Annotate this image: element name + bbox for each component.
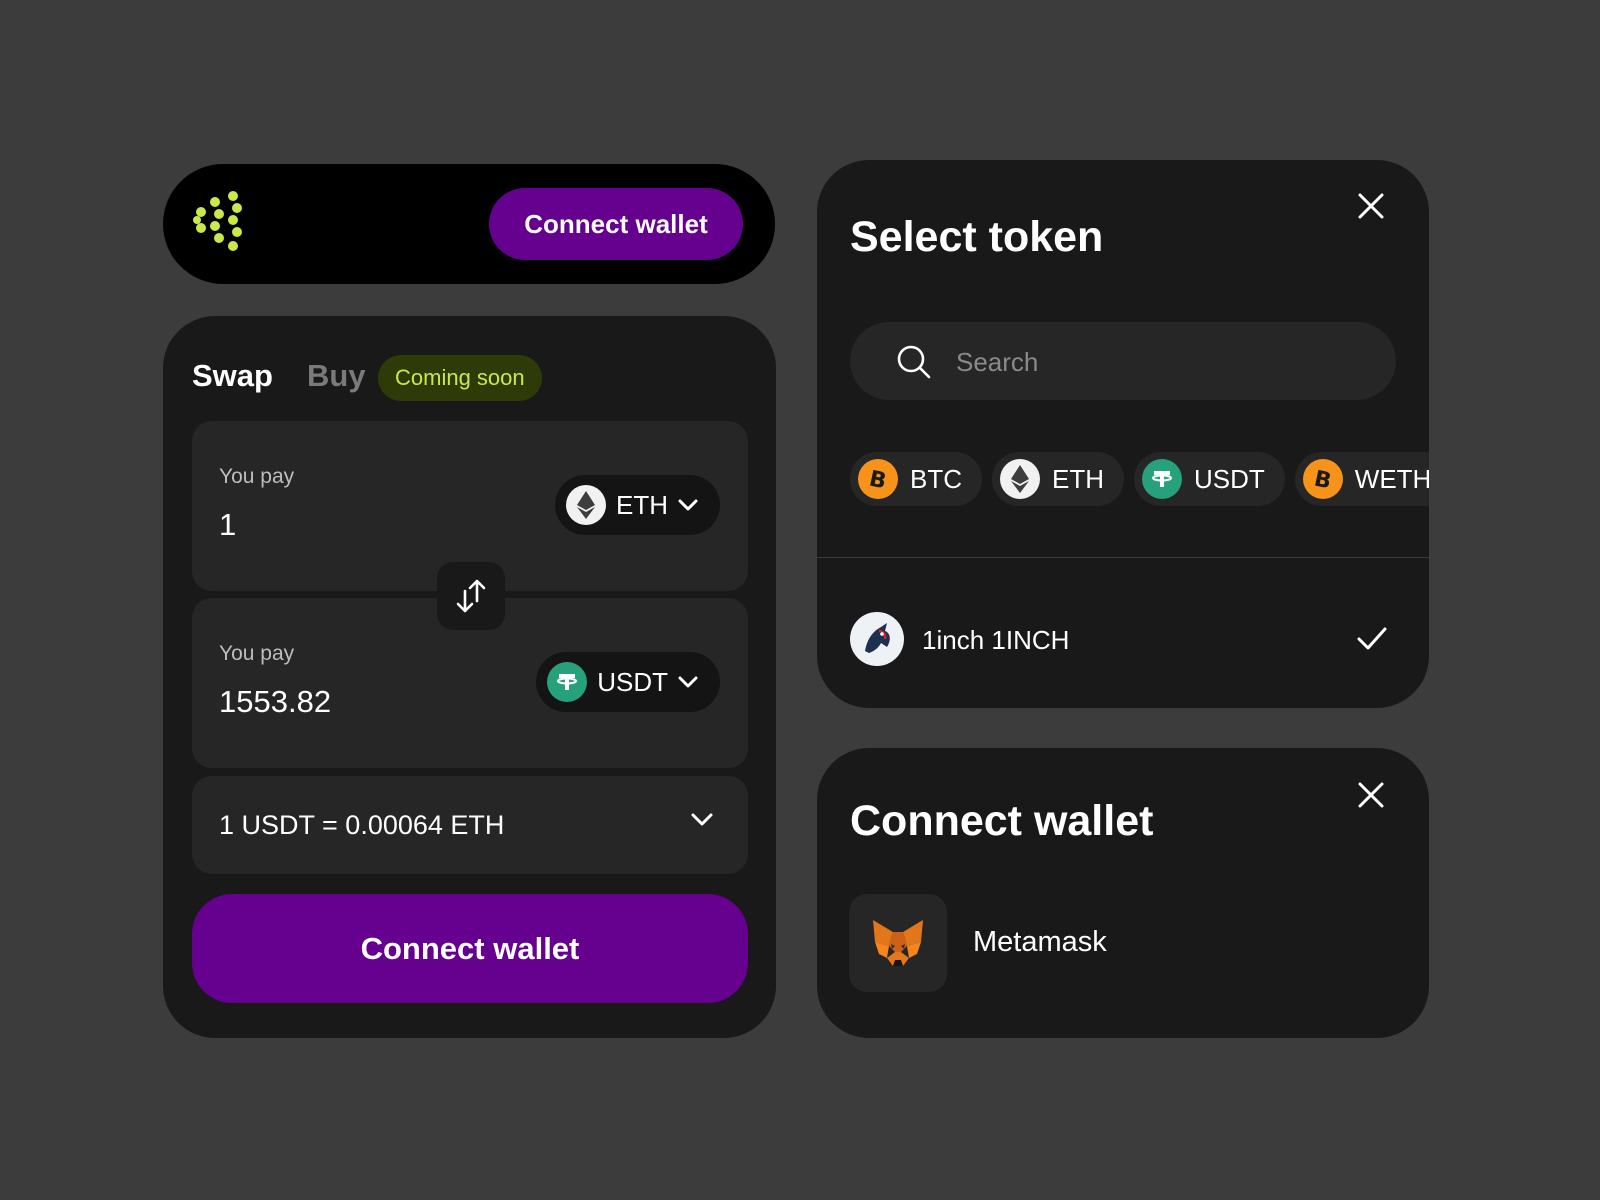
exchange-rate: 1 USDT = 0.00064 ETH: [219, 810, 505, 840]
popular-tokens: B BTC ETH USDT B WETH: [850, 452, 1429, 508]
swap-direction-button[interactable]: [437, 562, 505, 630]
tab-swap[interactable]: Swap: [192, 358, 273, 394]
swap-card: Swap Buy Coming soon You pay 1 ETH You p…: [163, 316, 776, 1038]
brand-logo-icon[interactable]: [193, 190, 245, 256]
svg-text:B: B: [1312, 466, 1334, 492]
receive-amount-input[interactable]: 1553.82: [219, 684, 331, 720]
token-chip-label: ETH: [1052, 463, 1104, 494]
token-name: 1inch 1INCH: [922, 625, 1070, 655]
wallet-name: Metamask: [973, 926, 1107, 958]
chevron-down-icon[interactable]: [690, 812, 714, 828]
usdt-icon: [547, 662, 588, 702]
pay-amount-input[interactable]: 1: [219, 507, 236, 543]
check-icon: [1357, 627, 1387, 650]
token-chip-weth[interactable]: B WETH: [1294, 452, 1429, 506]
rate-row[interactable]: 1 USDT = 0.00064 ETH: [192, 776, 748, 874]
header-connect-wallet-button[interactable]: Connect wallet: [489, 188, 743, 260]
pay-token-select[interactable]: ETH: [555, 475, 720, 535]
pay-token-label: ETH: [616, 489, 668, 520]
token-chip-usdt[interactable]: USDT: [1134, 452, 1285, 506]
connect-wallet-button[interactable]: Connect wallet: [192, 894, 748, 1003]
search-input[interactable]: [954, 342, 1358, 382]
token-chip-eth[interactable]: ETH: [992, 452, 1124, 506]
modal-title: Connect wallet: [850, 797, 1154, 845]
svg-text:B: B: [867, 466, 889, 492]
receive-token-select[interactable]: USDT: [536, 652, 720, 712]
usdt-icon: [1142, 459, 1182, 499]
token-chip-label: BTC: [910, 463, 962, 494]
chevron-down-icon: [678, 499, 698, 511]
token-chip-label: USDT: [1194, 463, 1265, 494]
pay-label: You pay: [219, 465, 295, 488]
divider: [817, 557, 1429, 558]
tab-buy[interactable]: Buy: [307, 358, 366, 394]
token-chip-btc[interactable]: B BTC: [850, 452, 982, 506]
coming-soon-badge: Coming soon: [378, 355, 542, 401]
eth-icon: [1000, 459, 1040, 499]
oneinch-icon: [850, 612, 904, 666]
close-icon[interactable]: [1357, 192, 1385, 220]
close-icon[interactable]: [1357, 781, 1385, 809]
select-token-modal: Select token B BTC ETH USDT B WETH: [817, 160, 1429, 708]
search-box: [850, 322, 1396, 400]
token-chip-label: WETH: [1354, 463, 1429, 494]
wallet-option-metamask[interactable]: Metamask: [849, 894, 1389, 992]
receive-token-label: USDT: [597, 666, 668, 697]
top-bar: Connect wallet: [163, 164, 775, 284]
search-icon: [897, 345, 931, 379]
btc-icon: B: [1302, 459, 1343, 499]
connect-wallet-modal: Connect wallet Metamask: [817, 748, 1429, 1038]
eth-icon: [566, 485, 606, 525]
modal-title: Select token: [850, 213, 1104, 261]
chevron-down-icon: [678, 676, 698, 688]
list-item[interactable]: 1inch 1INCH: [850, 612, 1396, 666]
metamask-icon: [849, 894, 947, 992]
swap-arrows-icon: [456, 579, 486, 613]
btc-icon: B: [858, 459, 898, 499]
receive-label: You pay: [219, 642, 295, 665]
